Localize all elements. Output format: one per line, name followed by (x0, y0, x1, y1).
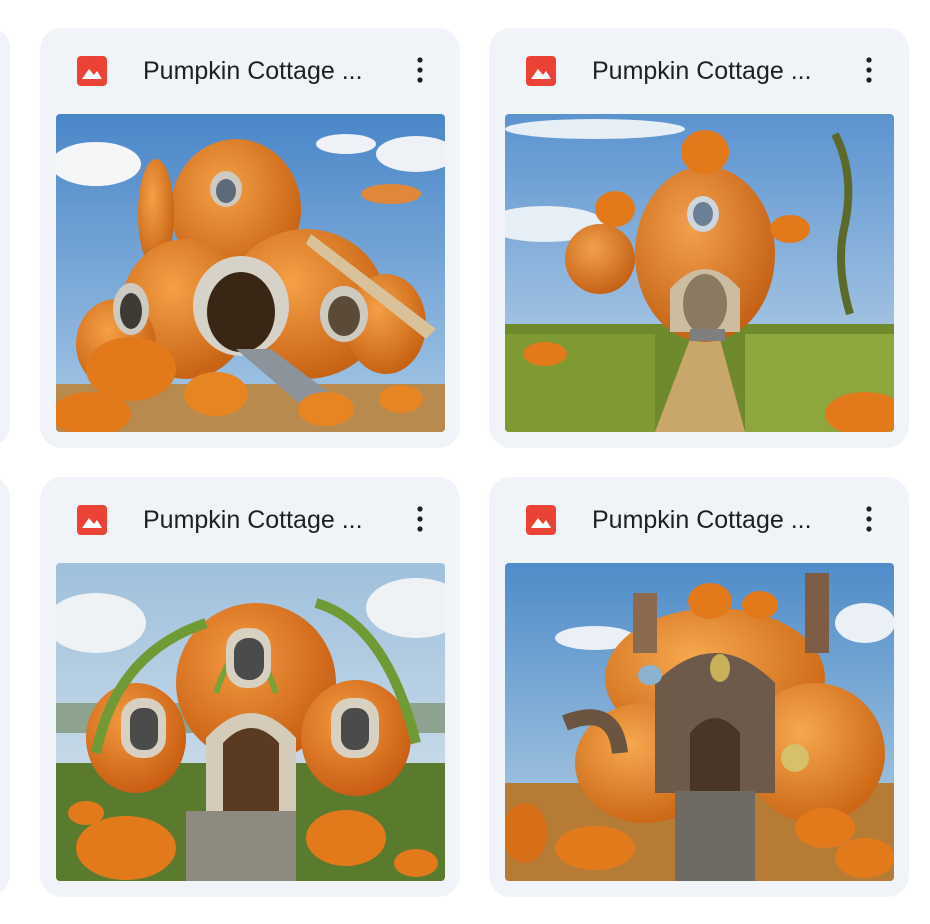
file-title: Pumpkin Cottage ... (592, 506, 812, 534)
image-thumbnail[interactable] (505, 114, 894, 432)
image-file-icon (526, 56, 556, 86)
file-card-header[interactable]: Pumpkin Cottage ... (40, 28, 460, 114)
image-thumbnail[interactable] (505, 563, 894, 881)
file-card[interactable]: Pumpkin Cottage ... (40, 477, 460, 897)
image-file-icon (77, 56, 107, 86)
file-card-header[interactable]: Pumpkin Cottage ... (489, 477, 909, 563)
more-options-button[interactable] (849, 499, 889, 543)
more-vert-icon (417, 505, 423, 537)
more-options-button[interactable] (849, 50, 889, 94)
file-card[interactable]: Pumpkin Cottage ... (40, 28, 460, 448)
more-options-button[interactable] (400, 50, 440, 94)
image-thumbnail[interactable] (56, 114, 445, 432)
file-card[interactable]: Pumpkin Cottage ... (489, 477, 909, 897)
file-title: Pumpkin Cottage ... (592, 57, 812, 85)
image-file-icon (526, 505, 556, 535)
partial-card-left-bottom[interactable] (0, 477, 10, 895)
file-title: Pumpkin Cottage ... (143, 57, 363, 85)
image-thumbnail[interactable] (56, 563, 445, 881)
more-vert-icon (417, 56, 423, 88)
more-vert-icon (866, 505, 872, 537)
image-file-icon (77, 505, 107, 535)
more-vert-icon (866, 56, 872, 88)
more-options-button[interactable] (400, 499, 440, 543)
file-card[interactable]: Pumpkin Cottage ... (489, 28, 909, 448)
file-card-header[interactable]: Pumpkin Cottage ... (40, 477, 460, 563)
partial-card-left-top[interactable] (0, 28, 10, 446)
file-title: Pumpkin Cottage ... (143, 506, 363, 534)
file-card-header[interactable]: Pumpkin Cottage ... (489, 28, 909, 114)
